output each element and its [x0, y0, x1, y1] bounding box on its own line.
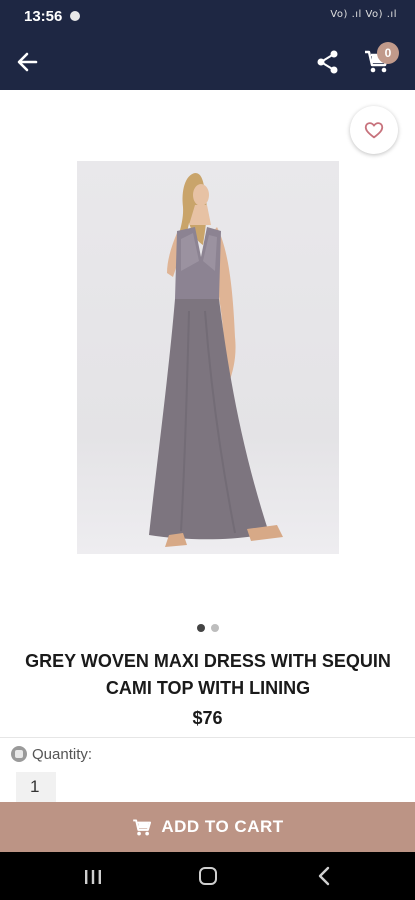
signal-battery-indicators: Vo) .ıl Vo) .ıl	[330, 9, 397, 20]
home-icon[interactable]	[199, 867, 217, 885]
pager-dot-active[interactable]	[197, 624, 205, 632]
status-time: 13:56	[24, 8, 63, 25]
share-icon	[317, 50, 338, 74]
product-title: GREY WOVEN MAXI DRESS WITH SEQUIN CAMI T…	[25, 651, 391, 698]
quantity-input[interactable]	[16, 772, 56, 802]
share-button[interactable]	[314, 48, 342, 76]
quantity-icon	[11, 746, 27, 762]
product-image[interactable]	[77, 161, 339, 554]
recent-apps-icon[interactable]	[84, 869, 102, 885]
favorite-button[interactable]	[350, 106, 398, 154]
quantity-label: Quantity:	[32, 746, 93, 763]
heart-icon	[364, 122, 384, 139]
status-bar: 13:56 Vo) .ıl Vo) .ıl	[0, 0, 415, 34]
cart-icon	[133, 819, 152, 836]
app-bar: 0	[0, 34, 415, 90]
dress-photo	[149, 173, 283, 547]
add-to-cart-label: ADD TO CART	[161, 817, 284, 836]
back-button[interactable]	[14, 48, 42, 76]
cart-count-badge: 0	[377, 42, 399, 64]
pager-dot[interactable]	[211, 624, 219, 632]
add-to-cart-button[interactable]: ADD TO CART	[0, 802, 415, 852]
system-nav-bar	[0, 852, 415, 900]
arrow-left-icon	[17, 52, 38, 72]
notification-icon	[70, 11, 80, 21]
back-nav-icon[interactable]	[316, 866, 332, 886]
product-price: $76	[192, 708, 223, 728]
divider	[0, 737, 415, 738]
